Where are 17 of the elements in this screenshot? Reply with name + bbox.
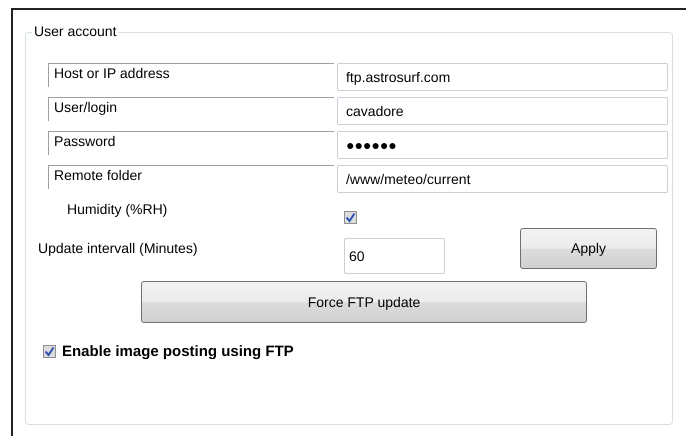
field-label: Remote folder [48, 165, 334, 189]
checkbox-label: Humidity (%RH) [67, 201, 168, 217]
input-field[interactable]: ●●●●●● [337, 131, 668, 159]
field-label: Host or IP address [48, 63, 334, 87]
checkbox-label: Enable image posting using FTP [62, 343, 294, 360]
input-field[interactable]: ftp.astrosurf.com [337, 63, 668, 91]
field-label: Update intervall (Minutes) [38, 240, 199, 256]
checkbox[interactable] [344, 211, 357, 224]
field-label: User/login [48, 97, 334, 121]
input-field[interactable]: /www/meteo/current [337, 165, 668, 193]
field-label: Password [48, 131, 334, 155]
checkbox[interactable] [43, 345, 56, 358]
force-update-button[interactable]: Force FTP update [141, 281, 587, 323]
input-field[interactable]: cavadore [337, 97, 668, 125]
group-title: User account [32, 23, 118, 39]
input-field[interactable]: 60 [344, 238, 445, 274]
apply-button[interactable]: Apply [520, 228, 657, 268]
